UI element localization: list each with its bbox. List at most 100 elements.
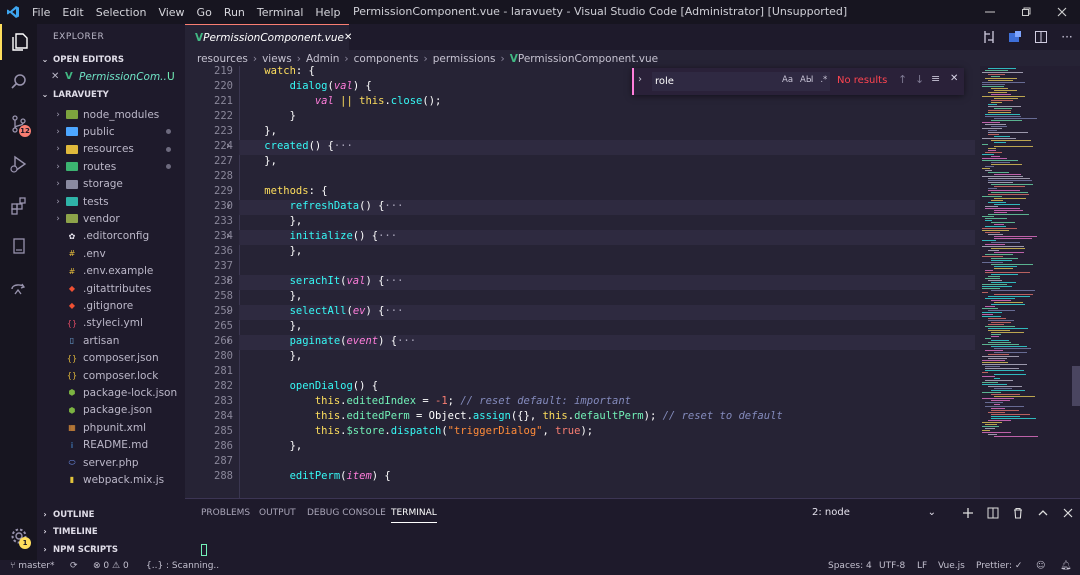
language-mode-status[interactable]: Vue.js xyxy=(938,561,965,571)
toggle-replace-chevron-icon[interactable]: › xyxy=(638,74,642,85)
use-regex-toggle[interactable]: .* xyxy=(820,75,827,85)
scanning-status[interactable]: {..} : Scanning.. xyxy=(146,561,219,571)
code-line[interactable]: 229 methods: { xyxy=(185,185,980,200)
branch-indicator[interactable]: ⑂ master* xyxy=(10,561,55,571)
menu-selection[interactable]: Selection xyxy=(90,6,153,19)
tree-folder[interactable]: › routes xyxy=(37,158,185,175)
tree-file[interactable]: ✿ .editorconfig xyxy=(37,228,185,245)
menu-file[interactable]: File xyxy=(26,6,56,19)
menu-run[interactable]: Run xyxy=(218,6,251,19)
tab-permission-component[interactable]: V PermissionComponent.vue ✕ xyxy=(185,24,352,50)
code-line[interactable]: 227 }, xyxy=(185,155,980,170)
tree-folder[interactable]: › storage xyxy=(37,176,185,193)
find-in-selection-icon[interactable]: ≡ xyxy=(931,72,940,85)
book-icon[interactable] xyxy=(0,228,37,264)
trash-icon[interactable] xyxy=(1005,503,1030,523)
tree-file[interactable]: ◆ .gitignore xyxy=(37,297,185,314)
code-line[interactable]: › 259 selectAll(ev) {··· xyxy=(185,305,980,320)
code-editor[interactable]: 219 watch: {220 dialog(val) {221 val || … xyxy=(185,66,980,498)
notifications-bell-icon[interactable]: 🔔︎ xyxy=(1060,561,1071,571)
code-line[interactable]: 286 }, xyxy=(185,440,980,455)
tree-file[interactable]: {} composer.json xyxy=(37,350,185,367)
code-line[interactable]: 281 xyxy=(185,365,980,380)
tree-file[interactable]: ◆ .gitattributes xyxy=(37,280,185,297)
terminal-cursor[interactable] xyxy=(201,544,207,556)
next-match-icon[interactable]: ↓ xyxy=(915,73,924,86)
close-tab-icon[interactable]: ✕ xyxy=(344,32,352,43)
previous-match-icon[interactable]: ↑ xyxy=(898,73,907,86)
code-line[interactable]: 280 }, xyxy=(185,350,980,365)
outline-section[interactable]: › OUTLINE xyxy=(37,506,185,523)
tree-file[interactable]: {} .styleci.yml xyxy=(37,315,185,332)
code-line[interactable]: 237 xyxy=(185,260,980,275)
minimap[interactable] xyxy=(980,66,1080,498)
problems-indicator[interactable]: ⊗ 0 ⚠ 0 xyxy=(93,561,129,571)
timeline-section[interactable]: › TIMELINE xyxy=(37,523,185,540)
tab-output[interactable]: OUTPUT xyxy=(259,508,296,518)
tree-file[interactable]: ⬢ package.json xyxy=(37,402,185,419)
tree-file[interactable]: i README.md xyxy=(37,437,185,454)
close-icon[interactable]: ✕ xyxy=(51,71,65,82)
breadcrumb-item[interactable]: views xyxy=(262,53,292,65)
eol-status[interactable]: LF xyxy=(917,561,927,571)
breadcrumb-item[interactable]: components xyxy=(354,53,419,65)
code-line[interactable]: › 234 initialize() {··· xyxy=(185,230,980,245)
code-line[interactable]: 222 } xyxy=(185,110,980,125)
menu-edit[interactable]: Edit xyxy=(56,6,89,19)
match-whole-word-toggle[interactable]: AЫ xyxy=(800,75,813,85)
search-icon[interactable] xyxy=(0,64,37,100)
menu-help[interactable]: Help xyxy=(309,6,346,19)
breadcrumb-item[interactable]: PermissionComponent.vue xyxy=(518,53,658,65)
split-terminal-icon[interactable] xyxy=(980,503,1005,523)
breadcrumb-item[interactable]: permissions xyxy=(433,53,496,65)
remote-explorer-icon[interactable] xyxy=(0,270,37,306)
breadcrumb-item[interactable]: Admin xyxy=(306,53,339,65)
match-case-toggle[interactable]: Aa xyxy=(782,75,793,85)
sync-icon[interactable]: ⟳ xyxy=(70,561,78,571)
tree-file[interactable]: ▮ webpack.mix.js xyxy=(37,471,185,488)
code-line[interactable]: 228 xyxy=(185,170,980,185)
code-line[interactable]: 288 editPerm(item) { xyxy=(185,470,980,485)
close-panel-icon[interactable] xyxy=(1055,503,1080,523)
terminal-select[interactable]: 2: node ⌄ xyxy=(812,507,936,518)
code-line[interactable]: 283 this.editedIndex = -1; // reset defa… xyxy=(185,395,980,410)
prettier-status[interactable]: Prettier: ✓ xyxy=(976,561,1022,571)
scrollbar-thumb[interactable] xyxy=(1072,366,1080,406)
code-line[interactable]: › 238 serachIt(val) {··· xyxy=(185,275,980,290)
code-line[interactable]: 236 }, xyxy=(185,245,980,260)
source-control-icon[interactable]: 12 xyxy=(0,106,37,142)
tree-file[interactable]: {} composer.lock xyxy=(37,367,185,384)
code-line[interactable]: › 230 refreshData() {··· xyxy=(185,200,980,215)
close-find-icon[interactable]: ✕ xyxy=(950,73,958,84)
menu-view[interactable]: View xyxy=(152,6,190,19)
breadcrumb-item[interactable]: resources xyxy=(197,53,248,65)
compare-changes-icon[interactable] xyxy=(976,30,1002,44)
menu-terminal[interactable]: Terminal xyxy=(251,6,310,19)
new-terminal-icon[interactable] xyxy=(955,503,980,523)
close-window-icon[interactable] xyxy=(1044,0,1080,24)
minimize-icon[interactable] xyxy=(972,0,1008,24)
tree-folder[interactable]: › public xyxy=(37,123,185,140)
code-line[interactable]: 258 }, xyxy=(185,290,980,305)
open-editor-item[interactable]: ✕ V PermissionCom... U xyxy=(37,68,185,85)
code-line[interactable]: › 224 created() {··· xyxy=(185,140,980,155)
tree-file[interactable]: # .env.example xyxy=(37,263,185,280)
feedback-icon[interactable]: ☺ xyxy=(1036,561,1045,571)
code-line[interactable]: 221 val || this.close(); xyxy=(185,95,980,110)
menu-go[interactable]: Go xyxy=(191,6,218,19)
tab-debug-console[interactable]: DEBUG CONSOLE xyxy=(307,508,386,518)
tree-folder[interactable]: › vendor xyxy=(37,210,185,227)
split-editor-icon[interactable] xyxy=(1028,30,1054,44)
extensions-icon[interactable] xyxy=(0,188,37,224)
encoding-status[interactable]: UTF-8 xyxy=(879,561,905,571)
code-line[interactable]: 284 this.editedPerm = Object.assign({}, … xyxy=(185,410,980,425)
open-preview-icon[interactable] xyxy=(1002,30,1028,44)
maximize-panel-icon[interactable] xyxy=(1030,503,1055,523)
manage-gear-icon[interactable]: 1 xyxy=(0,518,37,554)
tree-file[interactable]: ▦ phpunit.xml xyxy=(37,419,185,436)
tab-terminal[interactable]: TERMINAL xyxy=(391,508,437,523)
tab-problems[interactable]: PROBLEMS xyxy=(201,508,250,518)
npm-scripts-section[interactable]: › NPM SCRIPTS xyxy=(37,541,185,558)
explorer-icon[interactable] xyxy=(0,24,37,60)
restore-icon[interactable] xyxy=(1008,0,1044,24)
